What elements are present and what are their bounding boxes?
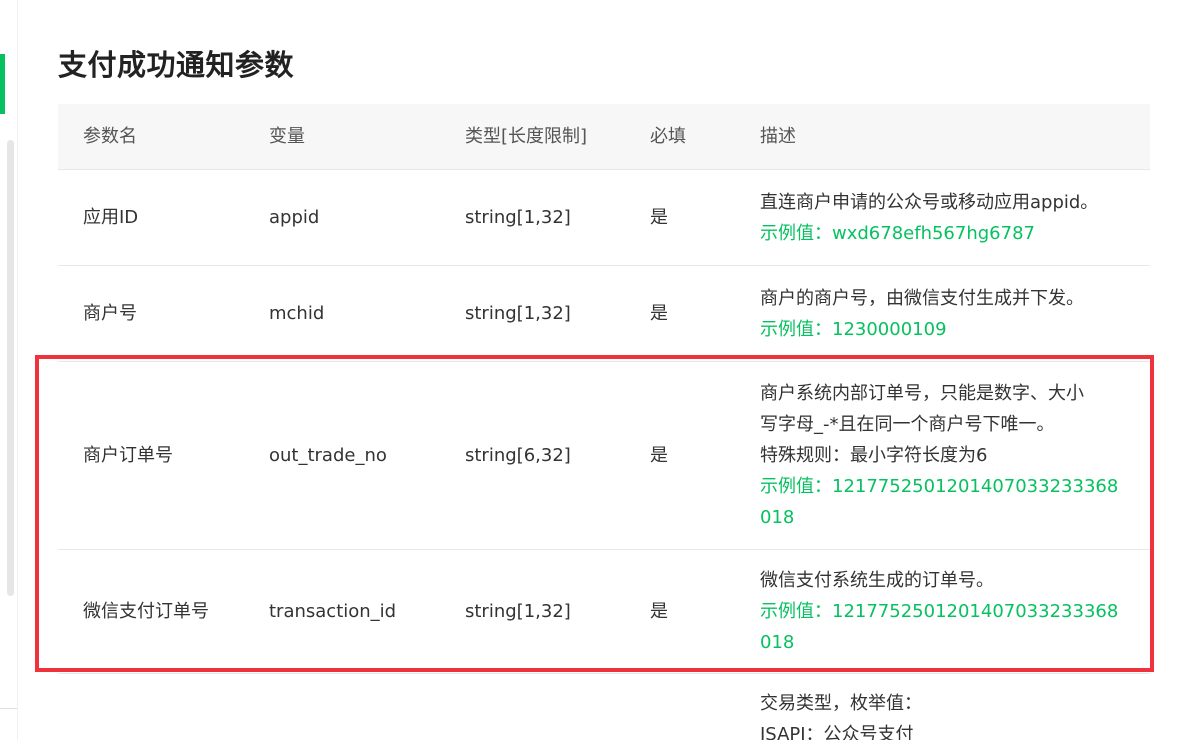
param-variable: out_trade_no <box>269 444 387 466</box>
description-line: 商户的商户号，由微信支付生成并下发。 <box>760 287 1084 309</box>
param-description: 商户的商户号，由微信支付生成并下发。 示例值：1230000109 <box>760 266 1130 361</box>
header-description: 描述 <box>760 125 796 147</box>
param-description: 微信支付系统生成的订单号。 示例值：1217752501201407033233… <box>760 550 1130 673</box>
param-required: 是 <box>650 600 668 622</box>
param-description: 直连商户申请的公众号或移动应用appid。 示例值：wxd678efh567hg… <box>760 170 1130 265</box>
sidebar-bottom-line <box>0 708 17 709</box>
sidebar-scrollbar[interactable] <box>7 140 14 596</box>
section-title: 支付成功通知参数 <box>58 48 295 82</box>
params-table: 参数名 变量 类型[长度限制] 必填 描述 应用ID appid string[… <box>58 104 1150 740</box>
description-line: 写字母_-*且在同一个商户号下唯一。 <box>760 414 1055 435</box>
description-line: 交易类型，枚举值： <box>760 693 922 714</box>
table-row: 应用ID appid string[1,32] 是 直连商户申请的公众号或移动应… <box>58 170 1150 266</box>
param-name: 应用ID <box>83 206 139 228</box>
table-row: 微信支付订单号 transaction_id string[1,32] 是 微信… <box>58 550 1150 674</box>
description-line: 特殊规则：最小字符长度为6 <box>760 445 988 466</box>
param-type: string[1,32] <box>465 600 571 622</box>
param-variable: mchid <box>269 302 325 324</box>
example-value: 示例值：1230000109 <box>760 318 947 340</box>
header-param-name: 参数名 <box>83 125 137 147</box>
description-line: 商户系统内部订单号，只能是数字、大小 <box>760 383 1084 404</box>
description-line: 直连商户申请的公众号或移动应用appid。 <box>760 191 1099 213</box>
sidebar-divider <box>17 0 18 740</box>
table-header-row: 参数名 变量 类型[长度限制] 必填 描述 <box>58 104 1150 170</box>
example-value: 示例值：1217752501201407033233368 <box>760 601 1119 622</box>
nav-active-indicator <box>0 54 5 114</box>
table-row: 商户号 mchid string[1,32] 是 商户的商户号，由微信支付生成并… <box>58 266 1150 362</box>
description-line: JSAPI：公众号支付 <box>760 724 914 740</box>
example-value-continued: 018 <box>760 632 795 653</box>
param-type: string[6,32] <box>465 444 571 466</box>
param-description: 交易类型，枚举值： JSAPI：公众号支付 <box>760 674 1130 740</box>
example-value: 示例值：1217752501201407033233368 <box>760 476 1119 497</box>
param-name: 商户号 <box>83 302 137 324</box>
header-variable: 变量 <box>269 125 305 147</box>
doc-page: 支付成功通知参数 参数名 变量 类型[长度限制] 必填 描述 应用ID appi… <box>0 0 1188 740</box>
header-type: 类型[长度限制] <box>465 125 588 147</box>
param-description: 商户系统内部订单号，只能是数字、大小 写字母_-*且在同一个商户号下唯一。 特殊… <box>760 362 1130 549</box>
description-line: 微信支付系统生成的订单号。 <box>760 570 994 591</box>
example-value: 示例值：wxd678efh567hg6787 <box>760 222 1035 244</box>
param-variable: transaction_id <box>269 600 397 622</box>
param-required: 是 <box>650 206 668 228</box>
param-name: 商户订单号 <box>83 444 173 466</box>
example-value-continued: 018 <box>760 507 795 528</box>
param-name: 微信支付订单号 <box>83 600 209 622</box>
param-type: string[1,32] <box>465 206 571 228</box>
table-row: 交易类型，枚举值： JSAPI：公众号支付 <box>58 674 1150 740</box>
param-variable: appid <box>269 206 320 228</box>
param-required: 是 <box>650 302 668 324</box>
param-required: 是 <box>650 444 668 466</box>
param-type: string[1,32] <box>465 302 571 324</box>
table-row: 商户订单号 out_trade_no string[6,32] 是 商户系统内部… <box>58 362 1150 550</box>
header-required: 必填 <box>650 125 686 147</box>
